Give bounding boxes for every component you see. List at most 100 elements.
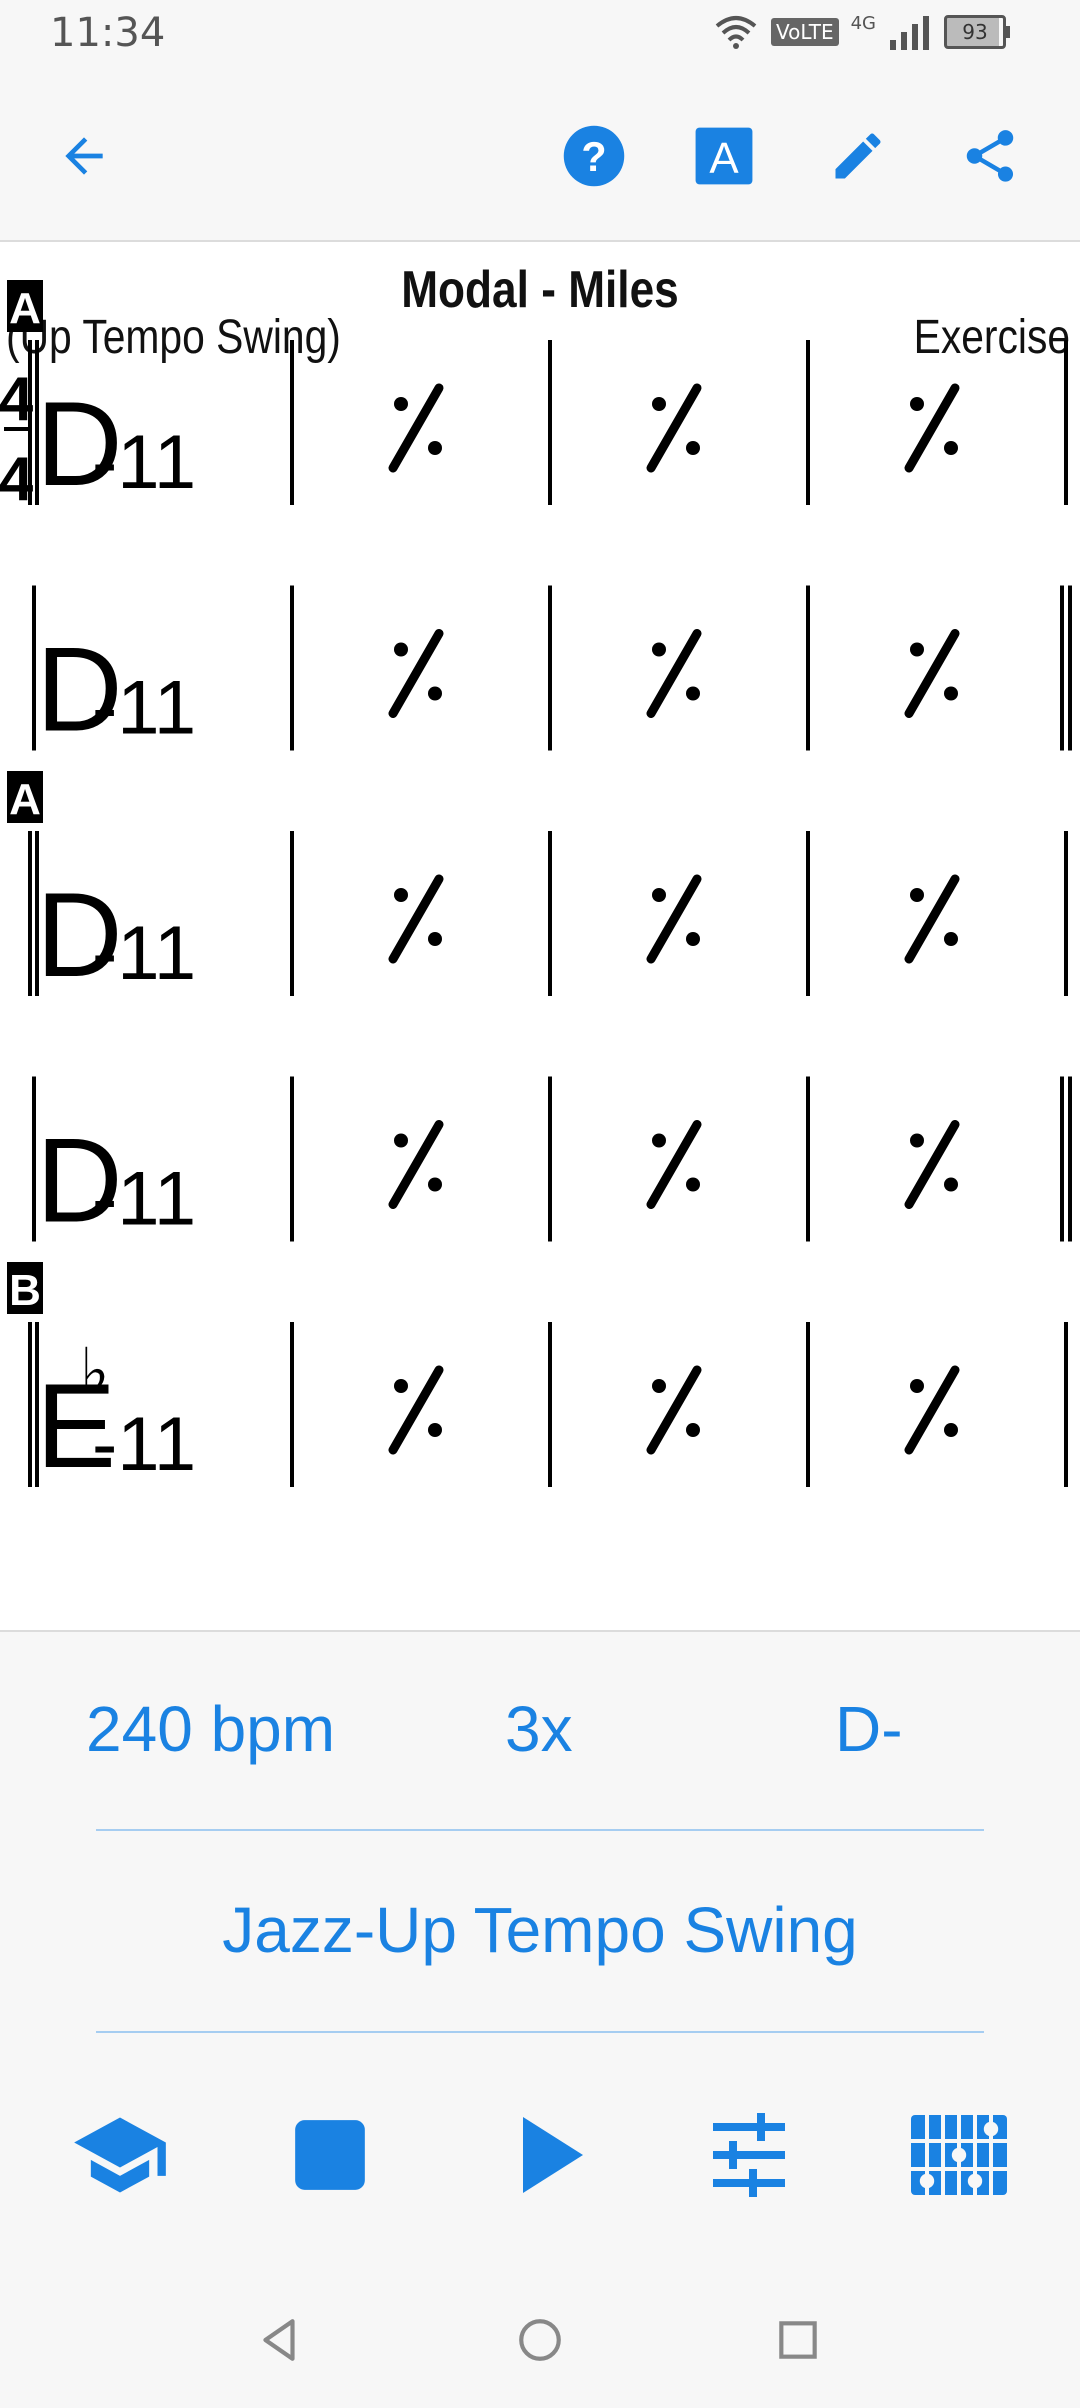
mixer-button[interactable] — [694, 2100, 804, 2210]
repeat-measure-sign — [646, 1120, 702, 1209]
repeat-measure-sign — [646, 1365, 702, 1455]
repeat-dot — [652, 642, 666, 657]
toolbar: ? A — [0, 72, 1080, 242]
chart-row: D-11 — [32, 585, 1072, 757]
repeat-dot — [428, 686, 442, 701]
chord-accidental: ♭ — [80, 1334, 109, 1407]
stop-icon — [295, 2120, 365, 2190]
repeat-dot — [686, 441, 700, 455]
repeat-dot — [428, 1423, 442, 1437]
play-button[interactable] — [492, 2100, 602, 2210]
font-a-icon: A — [695, 127, 753, 185]
repeat-dot — [944, 932, 958, 946]
stop-button[interactable] — [275, 2100, 385, 2210]
repeat-dot — [394, 1379, 408, 1393]
repeat-dot — [652, 1379, 666, 1393]
chord-quality: -11 — [92, 911, 196, 996]
repeat-measure-sign — [904, 1365, 960, 1455]
repeat-measure-sign — [388, 874, 444, 964]
triangle-back-icon — [263, 2319, 295, 2361]
chart-row: BE♭-11 — [7, 1262, 1068, 1493]
nav-recents-button[interactable] — [763, 2305, 833, 2375]
play-icon — [523, 2117, 583, 2193]
volte-badge: VoLTE — [770, 18, 839, 46]
status-icons: VoLTE 4G 93 — [713, 12, 1010, 50]
tempo-button[interactable]: 240 bpm — [86, 1692, 335, 1766]
chord-quality: -11 — [92, 420, 196, 505]
repeat-dot — [428, 932, 442, 946]
signal-icon — [890, 16, 929, 50]
circle-home-icon — [519, 2319, 561, 2361]
nav-home-button[interactable] — [505, 2305, 575, 2375]
repeat-dot — [394, 642, 408, 657]
repeat-dot — [944, 1177, 958, 1192]
style-button[interactable]: Jazz-Up Tempo Swing — [0, 1893, 1080, 1967]
repeat-dot — [686, 1423, 700, 1437]
repeat-measure-sign — [388, 1365, 444, 1455]
repeat-dot — [394, 397, 408, 411]
time-signature-top: 4 — [0, 365, 34, 434]
controls-separator-1 — [96, 1829, 984, 1831]
repeat-dot — [394, 1133, 408, 1148]
repeat-dot — [652, 888, 666, 902]
repeat-dot — [910, 642, 924, 657]
back-button[interactable] — [44, 116, 124, 196]
chart-grid: A44 D-11D-11AD-11D-11BE♭-11 — [0, 280, 1072, 1493]
share-icon — [966, 130, 1014, 182]
square-recents-icon — [779, 2321, 817, 2359]
repeat-measure-sign — [904, 629, 960, 718]
chord-chart[interactable]: Modal - Miles (Up Tempo Swing) Exercise … — [0, 242, 1080, 1630]
repeat-measure-sign — [646, 383, 702, 473]
repeat-dot — [428, 1177, 442, 1192]
repeat-measure-sign — [646, 629, 702, 718]
fretboard-button[interactable] — [904, 2100, 1014, 2210]
section-label: A — [9, 775, 41, 824]
sliders-icon — [713, 2113, 785, 2197]
pencil-icon — [835, 133, 881, 179]
practice-button[interactable] — [65, 2100, 175, 2210]
repeat-measure-sign — [646, 874, 702, 964]
status-time: 11:34 — [50, 10, 166, 56]
repeat-measure-sign — [388, 1120, 444, 1209]
repeat-dot — [428, 441, 442, 455]
repeats-button[interactable]: 3x — [505, 1692, 573, 1766]
repeat-dot — [652, 1133, 666, 1148]
battery-level: 93 — [944, 15, 1006, 49]
repeat-dot — [910, 1379, 924, 1393]
section-label: A — [9, 284, 41, 333]
repeat-dot — [686, 1177, 700, 1192]
battery-icon: 93 — [944, 15, 1010, 49]
repeat-dot — [910, 888, 924, 902]
controls-separator-2 — [96, 2031, 984, 2033]
section-label: B — [9, 1266, 41, 1315]
chord-quality: -11 — [92, 666, 196, 751]
repeat-measure-sign — [904, 1120, 960, 1209]
arrow-left-icon — [65, 137, 103, 175]
repeat-dot — [944, 441, 958, 455]
svg-text:A: A — [709, 134, 739, 183]
repeat-measure-sign — [904, 874, 960, 964]
chart-row: D-11 — [32, 1076, 1072, 1248]
fretboard-icon — [911, 2115, 1007, 2195]
help-button[interactable]: ? — [554, 116, 634, 196]
nav-back-button[interactable] — [245, 2305, 315, 2375]
share-button[interactable] — [950, 116, 1030, 196]
time-signature-bottom: 4 — [0, 445, 34, 514]
repeat-measure-sign — [388, 629, 444, 718]
status-bar: 11:34 VoLTE 4G 93 — [0, 0, 1080, 72]
repeat-dot — [652, 397, 666, 411]
repeat-measure-sign — [904, 383, 960, 473]
network-type: 4G — [850, 12, 876, 34]
help-circle-icon: ? — [563, 125, 625, 187]
repeat-dot — [910, 1133, 924, 1148]
edit-button[interactable] — [818, 116, 898, 196]
chord-quality: -11 — [92, 1402, 196, 1487]
graduation-cap-icon — [74, 2117, 166, 2193]
repeat-dot — [944, 686, 958, 701]
svg-text:?: ? — [581, 134, 606, 180]
repeat-dot — [394, 888, 408, 902]
chart-row: A44 D-11 — [0, 280, 1068, 514]
font-button[interactable]: A — [684, 116, 764, 196]
key-button[interactable]: D- — [835, 1692, 903, 1766]
repeat-dot — [944, 1423, 958, 1437]
